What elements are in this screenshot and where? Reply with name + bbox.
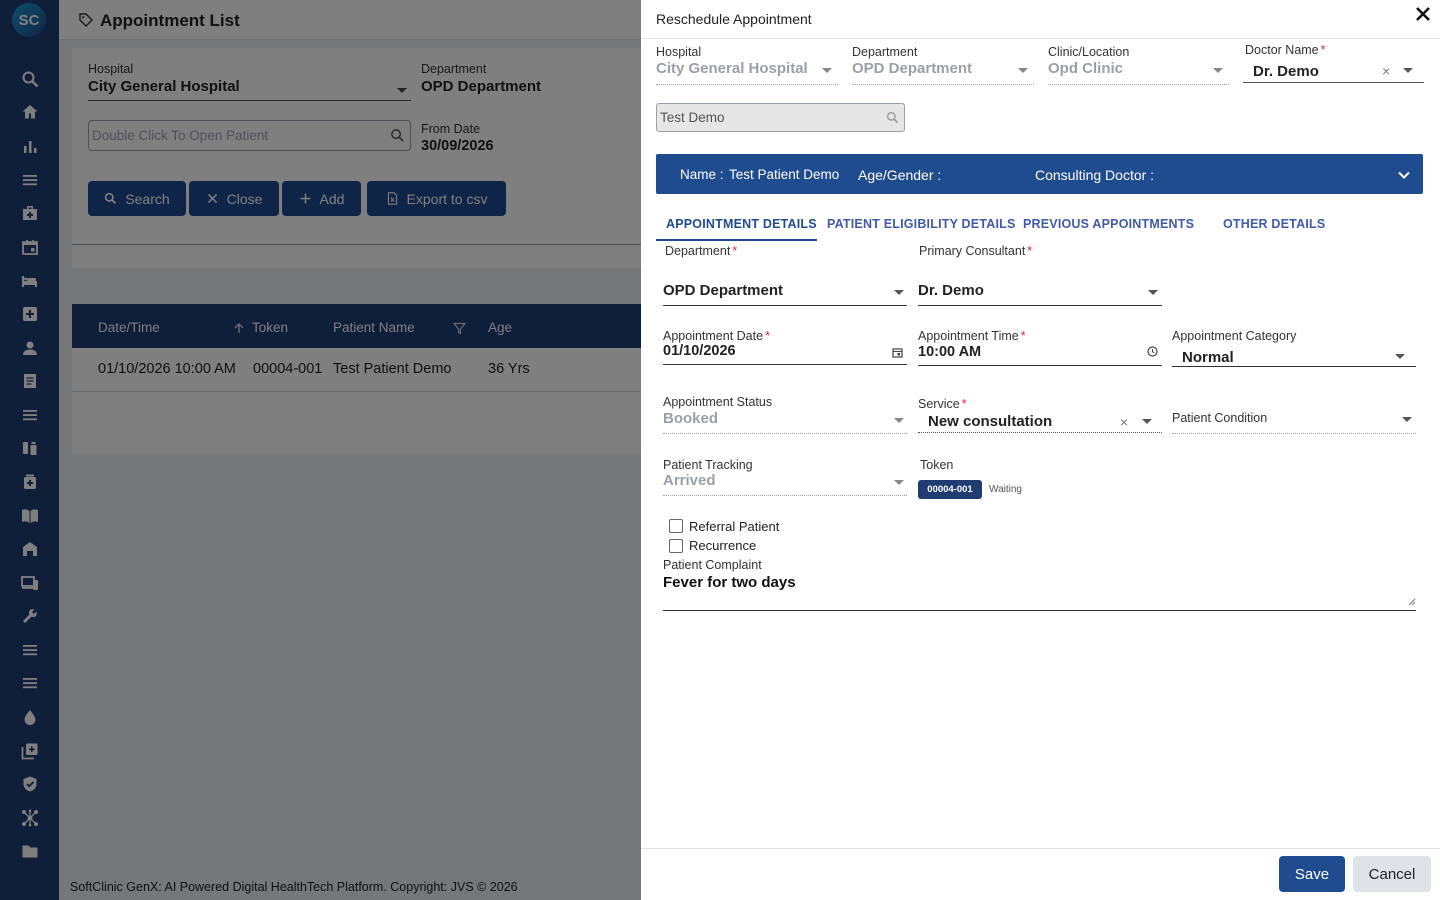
required-marker: *: [961, 397, 967, 411]
service-label-text: Service: [918, 397, 960, 411]
form-department-label-text: Department: [665, 244, 731, 258]
tab-appointment-details[interactable]: APPOINTMENT DETAILS: [666, 217, 817, 231]
referral-patient-checkbox[interactable]: [669, 519, 683, 533]
patient-tracking-value: Arrived: [663, 472, 716, 489]
patient-search-value: Test Demo: [660, 110, 725, 125]
clock-icon[interactable]: [1147, 346, 1158, 357]
required-marker: *: [1027, 244, 1033, 258]
appointment-time-value[interactable]: 10:00 AM: [918, 344, 981, 360]
consulting-doctor-label: Consulting Doctor :: [1035, 167, 1155, 183]
clear-service-icon[interactable]: ×: [1120, 415, 1128, 429]
consultant-underline: [918, 305, 1162, 306]
service-value[interactable]: New consultation: [928, 413, 1052, 430]
cancel-button[interactable]: Cancel: [1353, 856, 1431, 892]
doctor-caret-icon[interactable]: [1403, 68, 1413, 73]
appointment-category-label: Appointment Category: [1172, 329, 1297, 343]
recurrence-checkbox[interactable]: [669, 539, 683, 553]
appointment-status-value: Booked: [663, 410, 719, 427]
dialog-department-label: Department: [852, 45, 918, 59]
dialog-clinic-value: Opd Clinic: [1048, 60, 1123, 77]
tab-previous-appointments[interactable]: PREVIOUS APPOINTMENTS: [1023, 217, 1194, 231]
appointment-time-underline: [918, 365, 1162, 366]
service-underline: [918, 432, 1162, 433]
required-marker: *: [1320, 43, 1326, 57]
token-chip: 00004-001: [918, 480, 982, 499]
dialog-clinic-underline: [1048, 84, 1229, 85]
patient-name-label: Name :: [680, 167, 724, 182]
patient-condition-label[interactable]: Patient Condition: [1172, 411, 1267, 425]
dialog-department-underline: [852, 84, 1034, 85]
patient-tracking-caret-icon: [894, 480, 904, 485]
appointment-date-underline: [663, 364, 907, 365]
appointment-date-value[interactable]: 01/10/2026: [663, 343, 736, 359]
appointment-category-underline: [1172, 366, 1416, 367]
appointment-status-underline: [663, 433, 907, 434]
doctor-name-label: Doctor Name *: [1245, 43, 1326, 57]
reschedule-dialog: Reschedule Appointment Hospital City Gen…: [641, 0, 1440, 900]
appointment-category-value[interactable]: Normal: [1182, 349, 1234, 366]
dialog-department-caret-icon: [1018, 68, 1028, 73]
patient-search-field[interactable]: Test Demo: [656, 103, 905, 132]
active-tab-indicator: [656, 239, 817, 241]
appointment-date-label-text: Appointment Date: [663, 329, 764, 343]
close-icon[interactable]: [1414, 5, 1432, 23]
recurrence-label[interactable]: Recurrence: [689, 538, 756, 553]
token-status: Waiting: [989, 484, 1022, 495]
appointment-status-label: Appointment Status: [663, 395, 773, 409]
doctor-name-value[interactable]: Dr. Demo: [1253, 63, 1319, 80]
required-marker: *: [765, 329, 770, 343]
save-button[interactable]: Save: [1279, 856, 1345, 892]
dialog-hospital-value: City General Hospital: [656, 60, 808, 77]
clear-doctor-icon[interactable]: ×: [1382, 64, 1390, 78]
consultant-caret-icon[interactable]: [1148, 290, 1158, 295]
patient-complaint-underline: [663, 610, 1416, 611]
consultant-label: Primary Consultant *: [919, 244, 1032, 258]
token-label: Token: [920, 458, 954, 472]
form-department-label: Department *: [665, 244, 737, 258]
service-caret-icon[interactable]: [1142, 419, 1152, 424]
appointment-time-label: Appointment Time *: [918, 329, 1026, 343]
patient-info-bar[interactable]: Name : Test Patient Demo Age/Gender : Co…: [656, 154, 1423, 194]
form-department-value[interactable]: OPD Department: [663, 282, 783, 299]
appointment-status-caret-icon: [894, 418, 904, 423]
doctor-underline: [1243, 82, 1424, 83]
dialog-department-value: OPD Department: [852, 60, 973, 77]
form-department-underline: [663, 305, 907, 306]
patient-condition-underline: [1172, 433, 1416, 434]
dialog-clinic-caret-icon: [1213, 68, 1223, 73]
patient-complaint-textarea[interactable]: Fever for two days: [663, 574, 796, 591]
consultant-label-text: Primary Consultant: [919, 244, 1026, 258]
doctor-name-label-text: Doctor Name: [1245, 43, 1319, 57]
service-label: Service *: [918, 397, 967, 411]
patient-tracking-label: Patient Tracking: [663, 458, 753, 472]
resize-handle-icon[interactable]: [1406, 596, 1416, 606]
dialog-clinic-label: Clinic/Location: [1048, 45, 1130, 59]
dialog-hospital-label: Hospital: [656, 45, 702, 59]
chevron-down-icon[interactable]: [1397, 168, 1411, 182]
dialog-hospital-caret-icon: [822, 68, 832, 73]
appointment-date-label: Appointment Date *: [663, 329, 770, 343]
patient-complaint-label: Patient Complaint: [663, 558, 762, 572]
required-marker: *: [732, 244, 738, 258]
dialog-footer-divider: [641, 848, 1440, 849]
tab-patient-eligibility-details[interactable]: PATIENT ELIGIBILITY DETAILS: [827, 217, 1016, 231]
patient-tracking-underline: [663, 495, 907, 496]
required-marker: *: [1020, 329, 1026, 343]
search-icon[interactable]: [886, 111, 899, 124]
dialog-hospital-underline: [656, 84, 838, 85]
appointment-time-label-text: Appointment Time: [918, 329, 1019, 343]
referral-patient-label[interactable]: Referral Patient: [689, 519, 779, 534]
dialog-title: Reschedule Appointment: [656, 11, 812, 27]
form-department-caret-icon[interactable]: [894, 290, 904, 295]
consultant-value[interactable]: Dr. Demo: [918, 282, 984, 299]
dialog-header-divider: [641, 38, 1440, 39]
appointment-category-caret-icon[interactable]: [1395, 354, 1405, 359]
patient-name-value: Test Patient Demo: [729, 167, 840, 182]
patient-condition-caret-icon[interactable]: [1402, 417, 1412, 422]
age-gender-label: Age/Gender :: [858, 167, 942, 183]
tab-other-details[interactable]: OTHER DETAILS: [1223, 217, 1325, 231]
calendar-icon[interactable]: [892, 347, 903, 358]
